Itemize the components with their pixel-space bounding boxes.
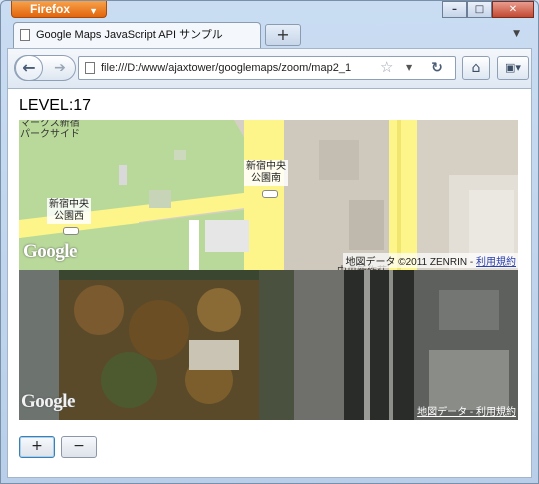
- page-content: LEVEL:17 マークス新宿 パークサイド 新宿中央 公園南 新宿中央 公園西…: [7, 88, 532, 478]
- poi-label-park-west[interactable]: 新宿中央 公園西: [47, 198, 91, 224]
- poi-label-park-south[interactable]: 新宿中央 公園南: [244, 160, 288, 186]
- copyright-text: 地図データ ©2011 ZENRIN -: [345, 257, 476, 268]
- terms-link[interactable]: 利用規約: [476, 257, 516, 268]
- satellite-tiles: [19, 270, 518, 420]
- map-copyright: 地図データ - 利用規約: [417, 403, 516, 418]
- page-icon: [20, 29, 30, 41]
- transit-marker-icon: [262, 190, 278, 198]
- tab-active[interactable]: Google Maps JavaScript API サンプル: [13, 22, 261, 48]
- url-bar[interactable]: file:///D:/www/ajaxtower/googlemaps/zoom…: [78, 56, 456, 80]
- tab-title: Google Maps JavaScript API サンプル: [36, 29, 223, 41]
- new-tab-button[interactable]: +: [265, 24, 301, 46]
- bookmark-star-icon[interactable]: ☆: [380, 58, 393, 76]
- home-button[interactable]: ⌂: [462, 56, 490, 80]
- zoom-out-button[interactable]: −: [61, 436, 97, 458]
- roadmap-map[interactable]: マークス新宿 パークサイド 新宿中央 公園南 新宿中央 公園西 中央新作荘 Go…: [19, 120, 518, 270]
- firefox-menu-button[interactable]: Firefox ▼: [11, 1, 107, 18]
- minimize-button[interactable]: –: [442, 1, 467, 18]
- google-logo[interactable]: Google: [23, 241, 78, 263]
- map-copyright: 地図データ ©2011 ZENRIN - 利用規約: [343, 253, 518, 268]
- back-button[interactable]: ←: [15, 55, 43, 81]
- maximize-button[interactable]: □: [467, 1, 492, 18]
- firefox-menu-label: Firefox: [30, 2, 71, 16]
- tab-list-icon[interactable]: ▼: [513, 29, 520, 39]
- page-icon: [85, 62, 95, 74]
- window-controls: – □ ✕: [442, 1, 534, 18]
- copyright-text: 地図データ -: [417, 407, 476, 418]
- bookmarks-menu-button[interactable]: ▣▾: [497, 56, 529, 80]
- terms-link[interactable]: 利用規約: [476, 407, 516, 418]
- zoom-level-text: LEVEL:17: [19, 97, 92, 114]
- building-label: マークス新宿 パークサイド: [20, 120, 80, 140]
- forward-button[interactable]: ➔: [47, 56, 73, 80]
- back-forward-group: ← ➔: [14, 55, 76, 81]
- satellite-map[interactable]: Google 地図データ - 利用規約: [19, 270, 518, 420]
- zoom-in-button[interactable]: +: [19, 436, 55, 458]
- close-button[interactable]: ✕: [492, 1, 534, 18]
- reload-icon[interactable]: ↻: [426, 58, 448, 78]
- google-logo[interactable]: Google: [21, 391, 76, 413]
- transit-marker-icon: [63, 227, 79, 235]
- url-text: file:///D:/www/ajaxtower/googlemaps/zoom…: [101, 62, 352, 74]
- navigation-toolbar: ← ➔ file:///D:/www/ajaxtower/googlemaps/…: [7, 48, 532, 88]
- browser-window: Firefox ▼ – □ ✕ Google Maps JavaScript A…: [0, 0, 539, 484]
- chevron-down-icon: ▼: [89, 6, 98, 16]
- history-dropdown-icon[interactable]: ▼: [406, 63, 412, 72]
